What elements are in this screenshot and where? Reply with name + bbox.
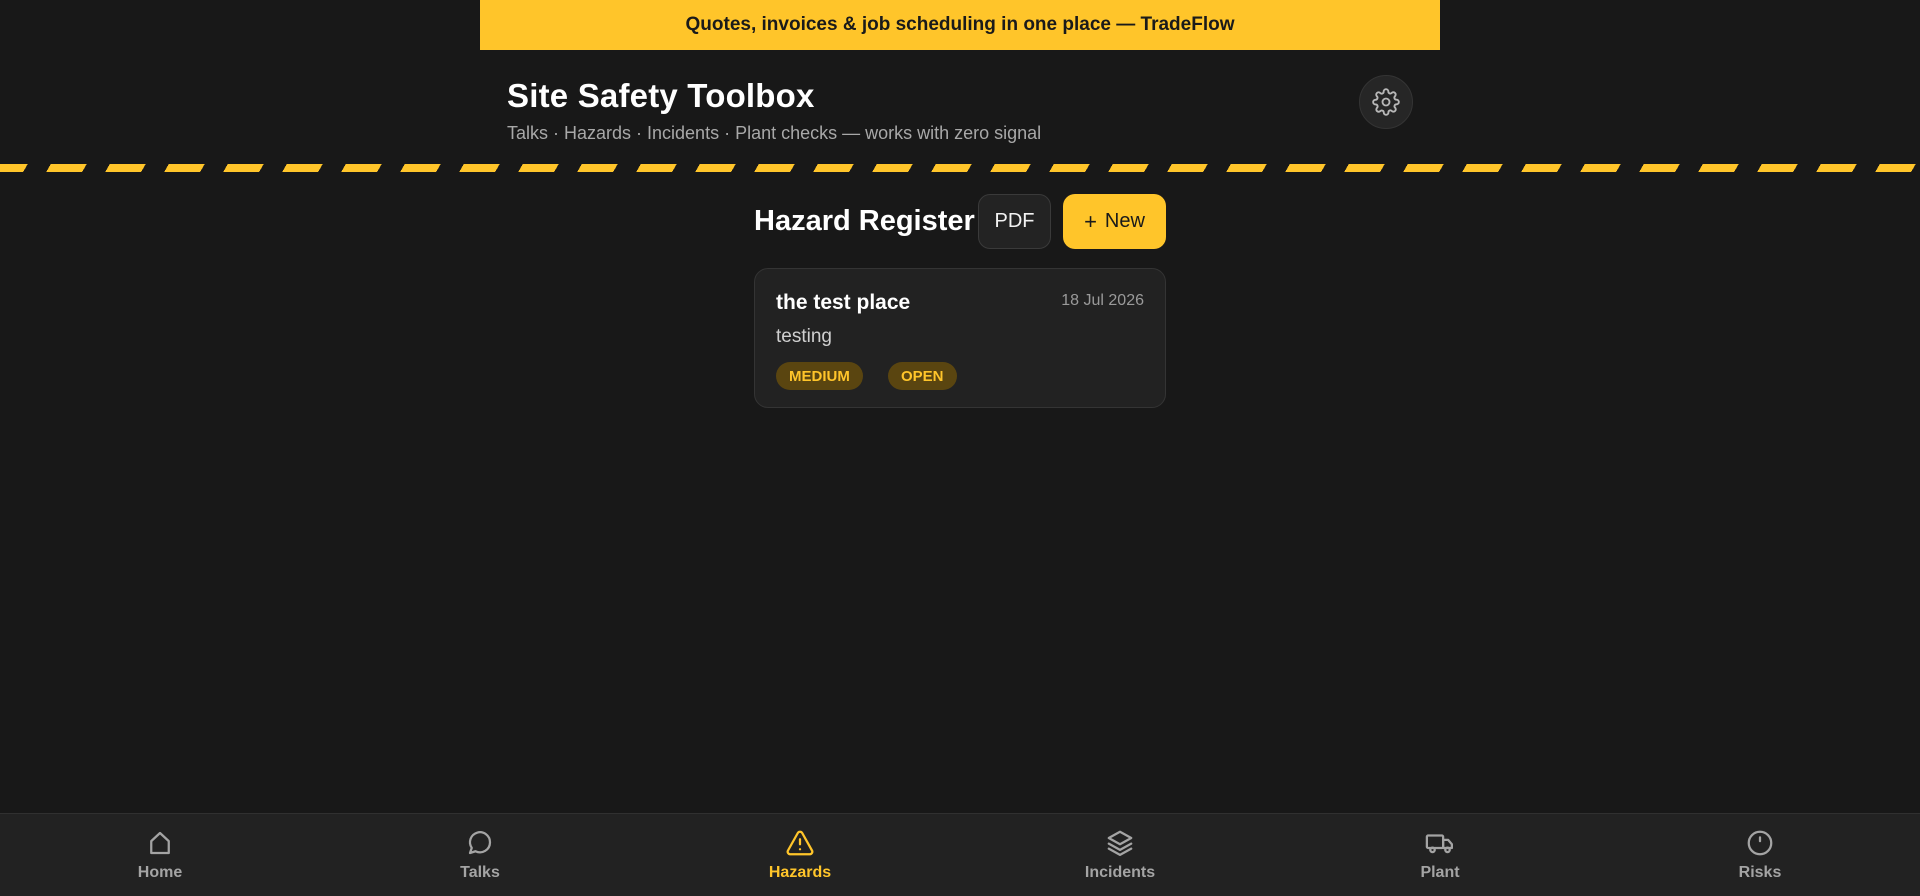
severity-badge: MEDIUM (776, 362, 863, 390)
section-title: Hazard Register (754, 205, 975, 237)
promo-banner[interactable]: Quotes, invoices & job scheduling in one… (480, 0, 1440, 50)
nav-item-home[interactable]: Home (80, 814, 240, 894)
nav-item-incidents[interactable]: Incidents (1040, 814, 1200, 894)
app-header: Site Safety Toolbox Talks · Hazards · In… (480, 50, 1440, 160)
nav-label-talks: Talks (460, 864, 500, 881)
promo-banner-text: Quotes, invoices & job scheduling in one… (685, 14, 1235, 35)
status-badge: OPEN (888, 362, 957, 390)
gear-icon (1372, 88, 1400, 116)
warning-triangle-icon (786, 830, 814, 856)
nav-item-hazards[interactable]: Hazards (720, 814, 880, 894)
app-page: Quotes, invoices & job scheduling in one… (0, 0, 1920, 896)
hazard-description: testing (776, 326, 832, 347)
hazard-card[interactable]: the test place 18 Jul 2026 testing MEDIU… (754, 268, 1166, 408)
alert-circle-icon (1747, 830, 1773, 856)
plus-icon: + (1084, 208, 1097, 234)
hazard-register-header: Hazard Register PDF + New (754, 194, 1166, 250)
hazard-date: 18 Jul 2026 (1061, 292, 1144, 309)
home-icon (150, 831, 170, 855)
nav-item-risks[interactable]: Risks (1680, 814, 1840, 894)
hazard-tape-divider (0, 164, 1920, 172)
nav-item-plant[interactable]: Plant (1360, 814, 1520, 894)
app-subtitle: Talks · Hazards · Incidents · Plant chec… (507, 123, 1042, 143)
pdf-export-button[interactable]: PDF (978, 194, 1051, 249)
settings-button[interactable] (1359, 75, 1413, 129)
layers-icon (1107, 830, 1133, 856)
pdf-button-label: PDF (994, 210, 1035, 232)
nav-label-incidents: Incidents (1084, 864, 1156, 881)
new-hazard-button[interactable]: + New (1063, 194, 1166, 249)
app-title: Site Safety Toolbox (507, 77, 815, 114)
nav-label-home: Home (137, 864, 183, 881)
bottom-nav: Home Talks Hazards Incidents Plant Risks (0, 813, 1920, 896)
speech-bubble-icon (468, 831, 492, 855)
hazard-location: the test place (776, 291, 911, 314)
nav-label-plant: Plant (1420, 864, 1460, 881)
nav-label-hazards: Hazards (768, 864, 832, 881)
nav-label-risks: Risks (1738, 864, 1782, 881)
new-button-label: New (1104, 210, 1145, 232)
nav-item-talks[interactable]: Talks (400, 814, 560, 894)
truck-icon (1425, 834, 1453, 854)
